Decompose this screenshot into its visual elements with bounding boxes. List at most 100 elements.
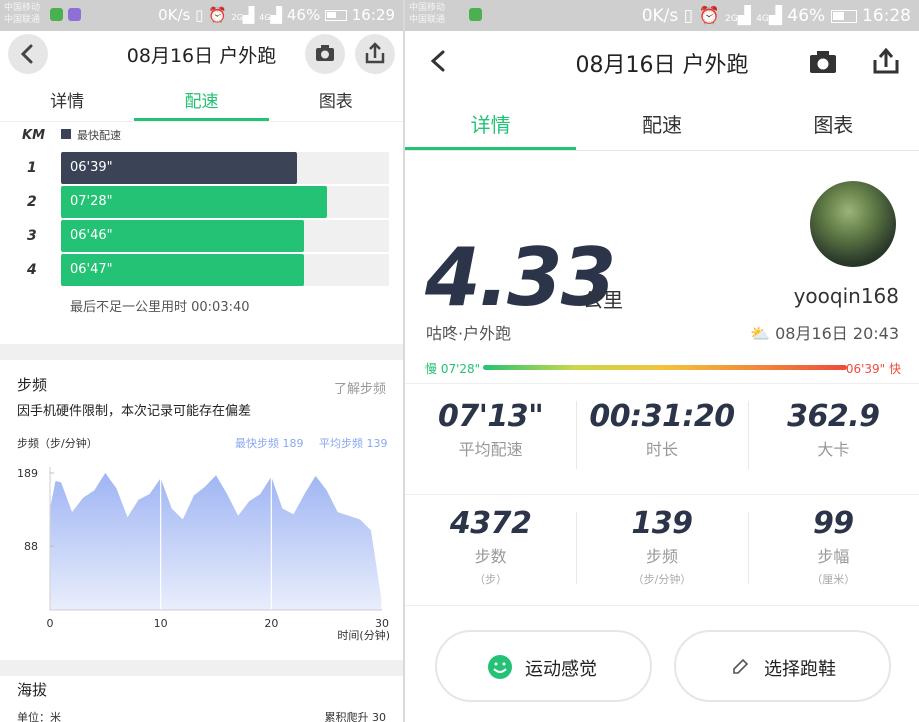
signal-icon: ▟ xyxy=(737,6,751,26)
clock: 16:29 xyxy=(351,6,395,24)
app-icon xyxy=(469,8,482,21)
tab-chart[interactable]: 图表 xyxy=(748,93,919,150)
carrier-1: 中国移动 xyxy=(4,3,41,13)
slow-pace-label: 慢 07'28" xyxy=(425,362,481,376)
pace-range-bar xyxy=(483,365,847,370)
carrier-labels: 中国移动 中国联通 xyxy=(409,2,445,26)
net-speed: 0K/s xyxy=(641,6,679,26)
learn-cadence-link[interactable]: 了解步频 xyxy=(334,378,386,397)
pace-km-label: 2 xyxy=(27,194,37,210)
section-divider xyxy=(0,660,403,676)
datetime-row: ⛅ 08月16日 20:43 xyxy=(750,320,899,344)
y-tick-label: 189 xyxy=(17,467,38,480)
tab-label: 图表 xyxy=(813,113,854,137)
right-screen: 中国移动 中国联通 0K/s ▯ ⏰ 2G▟ 4G▟ 46% 16:28 08月… xyxy=(405,0,919,722)
stat-unit: （步） xyxy=(474,573,508,586)
tab-chart[interactable]: 图表 xyxy=(269,77,403,121)
tab-label: 详情 xyxy=(470,113,511,137)
tab-label: 配速 xyxy=(184,92,219,112)
remainder-text: 最后不足一公里用时 00:03:40 xyxy=(70,300,250,315)
choose-shoes-button[interactable]: 选择跑鞋 xyxy=(674,630,891,702)
distance-unit: 公里 xyxy=(583,288,623,312)
status-right: 0K/s ▯ ⏰ 2G▟ 4G▟ 46% 16:29 xyxy=(158,6,395,24)
altitude-section: 海拔 单位：米 累积爬升 30 xyxy=(0,676,403,722)
fast-pace-label: 06'39" 快 xyxy=(845,362,901,376)
altitude-climb: 累积爬升 30 xyxy=(324,711,387,722)
stat-divider xyxy=(747,512,749,584)
fastest-cadence: 最快步频 189 xyxy=(235,437,304,450)
signal-icon: ▟ xyxy=(270,6,283,24)
stat-cell: 362.9 大卡 xyxy=(748,383,919,494)
carrier-labels: 中国移动 中国联通 xyxy=(4,2,40,26)
km-label: KM xyxy=(22,128,46,143)
tab-pace[interactable]: 配速 xyxy=(576,93,747,150)
stat-cell: 00:31:20 时长 xyxy=(576,383,747,494)
x-tick-label: 0 xyxy=(47,617,54,630)
share-icon xyxy=(873,47,899,74)
carrier-2: 中国联通 xyxy=(4,15,41,25)
signal-2g-label: 2G xyxy=(725,14,738,24)
share-button[interactable] xyxy=(355,34,395,74)
altitude-unit: 单位：米 xyxy=(17,711,61,722)
pace-value: 06'39" xyxy=(70,160,113,175)
pace-section: KM 最快配速 1 06'39" 2 07'28" 3 06'46" 4 06'47" 最后不… xyxy=(0,122,403,344)
stat-cell: 139 步频 （步/分钟） xyxy=(576,494,747,605)
stat-cell: 07'13" 平均配速 xyxy=(405,383,576,494)
tab-label: 配速 xyxy=(641,113,682,137)
header: 08月16日 户外跑 xyxy=(0,31,403,77)
camera-button[interactable] xyxy=(305,34,345,74)
cadence-ylabel: 步频（步/分钟） xyxy=(17,437,98,450)
section-divider xyxy=(0,344,403,360)
vibrate-icon: ▯ xyxy=(683,6,694,26)
left-screen: 中国移动 中国联通 0K/s ▯ ⏰ 2G▟ 4G▟ 46% 16:29 08月… xyxy=(0,0,403,722)
camera-button[interactable] xyxy=(808,49,838,79)
app-icon xyxy=(50,8,63,21)
smile-icon xyxy=(488,655,512,679)
stats-bottom-border xyxy=(405,605,919,606)
alarm-icon: ⏰ xyxy=(698,6,720,26)
cadence-title: 步频 xyxy=(17,376,48,394)
tab-details[interactable]: 详情 xyxy=(405,93,577,150)
pace-km-label: 1 xyxy=(27,160,37,176)
stat-label: 步频 xyxy=(645,547,678,566)
carrier-2: 中国联通 xyxy=(409,15,446,25)
cadence-area xyxy=(50,473,382,610)
net-speed: 0K/s xyxy=(158,6,191,24)
stat-value: 99 xyxy=(812,506,854,541)
stat-label: 步数 xyxy=(474,547,507,566)
tab-details[interactable]: 详情 xyxy=(0,77,134,121)
share-button[interactable] xyxy=(871,47,901,79)
pace-km-label: 4 xyxy=(27,262,37,278)
stat-label: 平均配速 xyxy=(458,440,523,459)
vibrate-icon: ▯ xyxy=(195,6,204,24)
avatar[interactable] xyxy=(810,181,896,267)
signal-icon: ▟ xyxy=(242,6,255,24)
username: yooqin168 xyxy=(793,284,899,308)
status-bar: 中国移动 中国联通 0K/s ▯ ⏰ 2G▟ 4G▟ 46% 16:28 xyxy=(405,0,919,31)
share-icon xyxy=(365,42,385,64)
pace-value: 06'46" xyxy=(70,228,113,243)
altitude-title: 海拔 xyxy=(17,681,48,699)
pace-value: 06'47" xyxy=(70,262,113,277)
stat-divider xyxy=(576,401,578,469)
cadence-section: 步频 了解步频 因手机硬件限制，本次记录可能存在偏差 步频（步/分钟） 最快步频… xyxy=(0,360,403,660)
sport-feel-button[interactable]: 运动感觉 xyxy=(435,630,652,702)
choose-shoes-label: 选择跑鞋 xyxy=(764,659,836,680)
signal-4g-label: 4G xyxy=(259,13,271,22)
stat-unit: （厘米） xyxy=(811,573,856,586)
camera-icon xyxy=(810,51,836,73)
alarm-icon: ⏰ xyxy=(208,6,227,24)
x-tick-label: 20 xyxy=(264,617,278,630)
stat-divider xyxy=(576,512,578,584)
signal-icon: ▟ xyxy=(768,6,782,26)
tab-pace[interactable]: 配速 xyxy=(134,77,269,121)
stat-unit: （步/分钟） xyxy=(632,573,692,586)
battery-icon xyxy=(830,9,857,23)
stat-value: 362.9 xyxy=(787,399,880,434)
legend-swatch xyxy=(61,129,71,139)
stat-value: 00:31:20 xyxy=(589,399,735,434)
pen-icon xyxy=(733,658,749,674)
activity-type: 咕咚·户外跑 xyxy=(426,324,512,343)
signal-2g-label: 2G xyxy=(231,13,243,22)
stat-value: 07'13" xyxy=(438,399,544,434)
